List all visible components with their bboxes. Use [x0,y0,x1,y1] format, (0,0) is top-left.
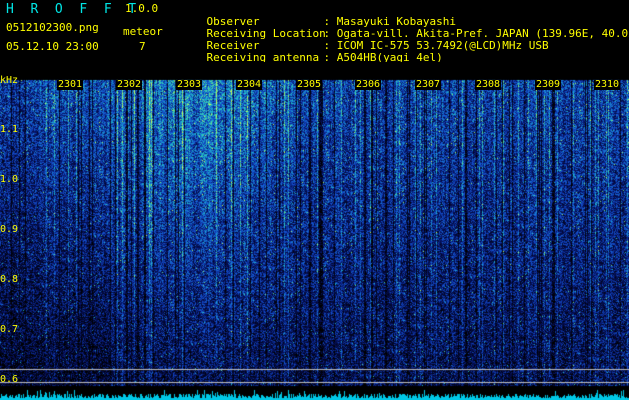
file-name: 0512102300.png [6,21,99,34]
meteor-label: meteor [123,25,163,38]
date-time: 05.12.10 23:00 [6,40,99,53]
meteor-count: 7 [139,40,146,53]
app-version: 1.0.0 [125,2,159,15]
app-title: H R O F F T [6,2,141,17]
spectrogram [0,62,629,400]
header-panel: H R O F F T 1.0.0 0512102300.png meteor … [0,0,629,63]
